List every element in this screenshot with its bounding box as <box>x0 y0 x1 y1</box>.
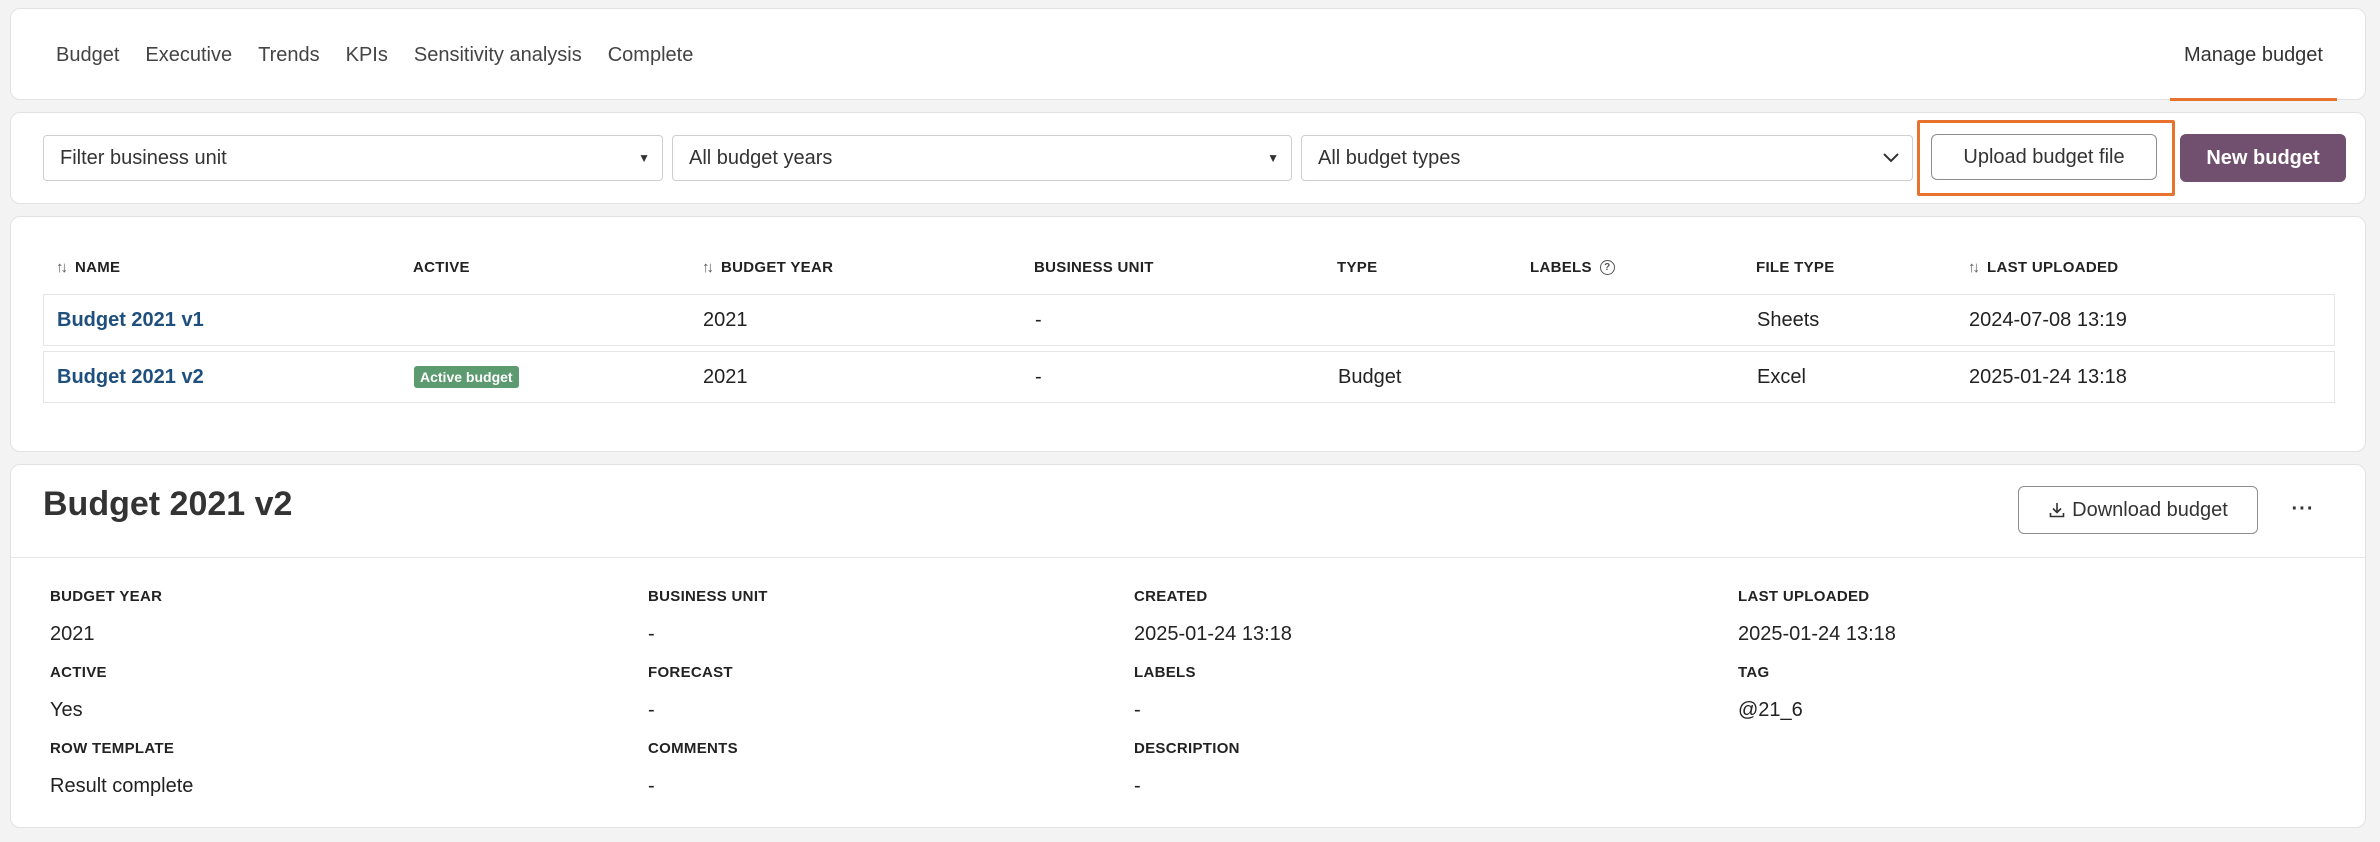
field-value-active: Yes <box>50 699 83 721</box>
caret-down-icon: ▼ <box>638 151 650 165</box>
column-header-last-uploaded-label: LAST UPLOADED <box>1987 259 2119 276</box>
field-value-comments: - <box>648 775 655 797</box>
column-header-business-unit: BUSINESS UNIT <box>1034 259 1154 276</box>
budget-type-select-value: All budget types <box>1318 146 1461 169</box>
chevron-down-icon <box>1883 153 1899 163</box>
column-header-business-unit-label: BUSINESS UNIT <box>1034 259 1154 276</box>
column-header-active-label: ACTIVE <box>413 259 470 276</box>
file-type-cell: Excel <box>1757 365 1806 388</box>
field-value-row-template: Result complete <box>50 775 194 797</box>
tab-list: Budget Executive Trends KPIs Sensitivity… <box>56 9 719 101</box>
budget-year-cell: 2021 <box>703 365 748 388</box>
business-unit-filter-placeholder: Filter business unit <box>60 146 227 169</box>
tab-trends[interactable]: Trends <box>258 44 320 67</box>
tab-manage-budget[interactable]: Manage budget <box>2169 9 2337 101</box>
budget-table: ↑↓ NAME ACTIVE ↑↓ BUDGET YEAR BUSINESS U… <box>10 216 2366 452</box>
column-header-budget-year-label: BUDGET YEAR <box>721 259 834 276</box>
last-uploaded-cell: 2025-01-24 13:18 <box>1969 365 2127 388</box>
new-budget-button[interactable]: New budget <box>2180 134 2346 182</box>
table-row[interactable]: Budget 2021 v2 Active budget 2021 - Budg… <box>43 351 2335 403</box>
field-label-labels: LABELS <box>1134 664 1196 681</box>
field-label-created: CREATED <box>1134 588 1208 605</box>
column-header-active: ACTIVE <box>413 259 470 276</box>
column-header-name[interactable]: ↑↓ NAME <box>56 259 120 276</box>
field-label-forecast: FORECAST <box>648 664 733 681</box>
tab-complete[interactable]: Complete <box>608 44 694 67</box>
column-header-type-label: TYPE <box>1337 259 1378 276</box>
sort-icon: ↑↓ <box>702 259 714 276</box>
column-header-name-label: NAME <box>75 259 121 276</box>
field-value-forecast: - <box>648 699 655 721</box>
type-cell: Budget <box>1338 365 1402 388</box>
field-label-active: ACTIVE <box>50 664 107 681</box>
tab-sensitivity-analysis[interactable]: Sensitivity analysis <box>414 44 582 67</box>
last-uploaded-cell: 2024-07-08 13:19 <box>1969 308 2127 331</box>
active-cell: Active budget <box>414 352 519 402</box>
field-value-business-unit: - <box>648 623 655 645</box>
field-value-labels: - <box>1134 699 1141 721</box>
active-budget-badge: Active budget <box>414 366 519 388</box>
sort-icon: ↑↓ <box>56 259 68 276</box>
field-value-tag: @21_6 <box>1738 699 1803 721</box>
filter-bar: Filter business unit ▼ All budget years … <box>10 112 2366 204</box>
sort-icon: ↑↓ <box>1968 259 1980 276</box>
field-label-comments: COMMENTS <box>648 740 738 757</box>
budget-name-link[interactable]: Budget 2021 v1 <box>57 295 204 345</box>
business-unit-cell: - <box>1035 308 1042 331</box>
field-label-business-unit: BUSINESS UNIT <box>648 588 768 605</box>
download-icon <box>2049 503 2065 518</box>
table-row[interactable]: Budget 2021 v1 2021 - Sheets 2024-07-08 … <box>43 294 2335 346</box>
download-budget-button[interactable]: Download budget <box>2018 486 2258 534</box>
download-budget-label: Download budget <box>2072 498 2228 521</box>
more-options-icon[interactable]: ··· <box>2283 493 2323 525</box>
upload-budget-file-button[interactable]: Upload budget file <box>1931 134 2157 180</box>
field-value-last-uploaded: 2025-01-24 13:18 <box>1738 623 1896 645</box>
budget-year-select-value: All budget years <box>689 146 833 169</box>
field-label-last-uploaded: LAST UPLOADED <box>1738 588 1870 605</box>
budget-name-link[interactable]: Budget 2021 v2 <box>57 352 204 402</box>
column-header-budget-year[interactable]: ↑↓ BUDGET YEAR <box>702 259 833 276</box>
budget-year-select[interactable]: All budget years ▼ <box>672 135 1292 181</box>
active-tab-indicator <box>2169 98 2337 101</box>
tab-kpis[interactable]: KPIs <box>346 44 388 67</box>
caret-down-icon: ▼ <box>1267 151 1279 165</box>
budget-year-cell: 2021 <box>703 308 748 331</box>
field-label-row-template: ROW TEMPLATE <box>50 740 175 757</box>
column-header-labels-label: LABELS <box>1530 259 1592 276</box>
detail-title: Budget 2021 v2 <box>43 485 293 523</box>
field-value-description: - <box>1134 775 1141 797</box>
column-header-labels: LABELS ? <box>1530 259 1615 276</box>
top-navigation: Budget Executive Trends KPIs Sensitivity… <box>10 8 2366 101</box>
file-type-cell: Sheets <box>1757 308 1820 331</box>
field-label-budget-year: BUDGET YEAR <box>50 588 163 605</box>
budget-type-select[interactable]: All budget types <box>1301 135 1913 181</box>
tab-manage-budget-label: Manage budget <box>2183 43 2323 66</box>
detail-divider <box>11 557 2365 558</box>
business-unit-filter[interactable]: Filter business unit ▼ <box>43 135 663 181</box>
field-label-tag: TAG <box>1738 664 1770 681</box>
business-unit-cell: - <box>1035 365 1042 388</box>
column-header-type: TYPE <box>1337 259 1377 276</box>
tab-executive[interactable]: Executive <box>145 44 232 67</box>
field-label-description: DESCRIPTION <box>1134 740 1240 757</box>
column-header-file-type-label: FILE TYPE <box>1756 259 1835 276</box>
budget-detail-panel: Budget 2021 v2 Download budget ··· BUDGE… <box>10 464 2366 828</box>
field-value-budget-year: 2021 <box>50 623 95 645</box>
field-value-created: 2025-01-24 13:18 <box>1134 623 1292 645</box>
column-header-file-type: FILE TYPE <box>1756 259 1835 276</box>
tab-budget[interactable]: Budget <box>56 44 119 67</box>
column-header-last-uploaded[interactable]: ↑↓ LAST UPLOADED <box>1968 259 2118 276</box>
help-icon[interactable]: ? <box>1599 260 1615 275</box>
